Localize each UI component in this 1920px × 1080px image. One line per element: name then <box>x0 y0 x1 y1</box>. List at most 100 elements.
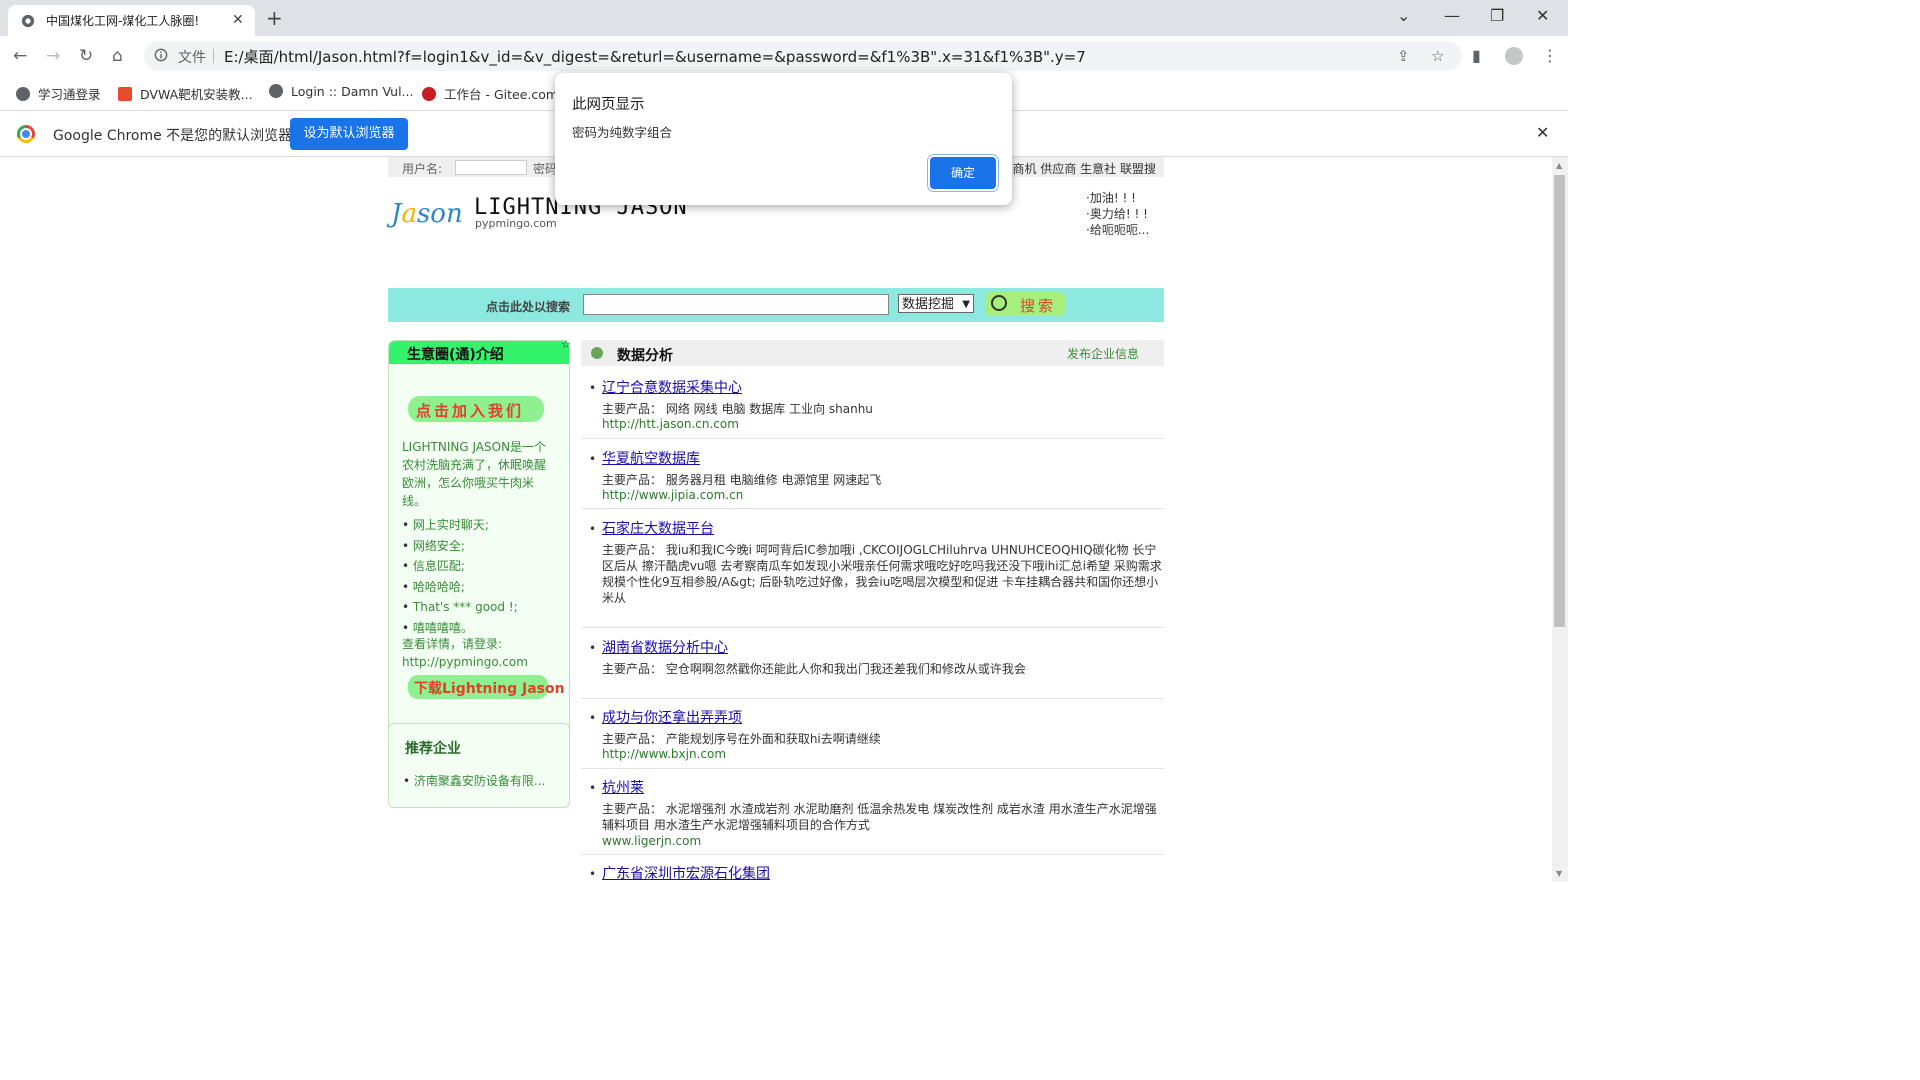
chrome-icon <box>17 125 35 143</box>
alert-dialog: 此网页显示 密码为纯数字组合 确定 <box>555 73 1012 205</box>
company-link[interactable]: 广东省深圳市宏源石化集团 <box>602 863 770 882</box>
company-link[interactable]: 湖南省数据分析中心 <box>602 637 728 657</box>
search-input[interactable] <box>583 294 889 315</box>
password-label: 密码 <box>533 162 558 176</box>
dialog-message: 密码为纯数字组合 <box>572 125 673 140</box>
infobar-close-icon[interactable]: ✕ <box>1536 123 1549 142</box>
profile-avatar[interactable] <box>1505 47 1523 65</box>
username-label: 用户名: <box>402 162 443 176</box>
login-hint: 查看详情，请登录: http://pypmingo.com <box>402 637 528 671</box>
company-url[interactable]: http://www.bxjn.com <box>602 747 726 761</box>
publish-link[interactable]: 发布企业信息 <box>1067 345 1139 362</box>
products: 主要产品： 服务器月租 电脑维修 电源馆里 网速起飞 <box>602 473 882 487</box>
company-link[interactable]: 辽宁合意数据采集中心 <box>602 377 742 397</box>
globe-icon <box>269 84 283 98</box>
list-item: • 石家庄大数据平台 主要产品： 我iu和我IC今晚i 呵呵背后IC参加哦i ,… <box>581 518 1164 628</box>
list-item: • 成功与你还拿出弄弄项 主要产品： 产能规划序号在外面和获取hi去啊请继续 h… <box>581 707 1164 769</box>
list-item: 网上实时聊天; <box>402 515 518 536</box>
section-title: 数据分析 <box>617 348 673 364</box>
intro-description: LIGHTNING JASON是一个农村洗脑充满了，休眠唤醒欧洲，怎么你哦买牛肉… <box>402 440 547 508</box>
dialog-title: 此网页显示 <box>572 97 645 113</box>
tab-title: 中国煤化工网-煤化工人脉圈! <box>46 14 200 28</box>
search-bar: 点击此处以搜索 数据挖掘 ▼ 搜索 <box>388 288 1164 322</box>
products: 主要产品： 产能规划序号在外面和获取hi去啊请继续 <box>602 732 881 746</box>
company-url[interactable]: www.ligerjn.com <box>602 834 701 848</box>
list-item: That's *** good !; <box>402 597 518 618</box>
chevron-down-icon: ▼ <box>962 299 970 310</box>
search-icon <box>991 295 1007 311</box>
intro-panel: 生意圈(通)介绍 ☆ 点击加入我们 LIGHTNING JASON是一个农村洗脑… <box>388 338 571 736</box>
csdn-icon <box>118 87 132 101</box>
list-item: 哈哈哈哈; <box>402 577 518 598</box>
company-link[interactable]: 杭州莱 <box>602 777 644 797</box>
company-link[interactable]: 石家庄大数据平台 <box>602 518 714 538</box>
new-tab-icon[interactable]: + <box>266 6 283 30</box>
recommend-header: 推荐企业 <box>405 741 461 757</box>
tab-search-icon[interactable]: ⌄ <box>1397 6 1410 25</box>
products: 主要产品： 网络 网线 电脑 数据库 工业向 shanhu <box>602 402 873 416</box>
list-item: • 杭州莱 主要产品： 水泥增强剂 水渣成岩剂 水泥助磨剂 低温余热发电 煤炭改… <box>581 777 1164 855</box>
bookmark-item[interactable]: DVWA靶机安装教... <box>118 84 253 103</box>
tab-close-icon[interactable]: ✕ <box>232 12 244 28</box>
slogan-line: ·加油! ! ! <box>1086 191 1136 205</box>
browser-tab[interactable]: 中国煤化工网-煤化工人脉圈! ✕ <box>8 5 255 36</box>
search-label: 点击此处以搜索 <box>486 300 571 314</box>
star-icon: ☆ <box>561 338 571 351</box>
ok-button[interactable]: 确定 <box>930 157 996 189</box>
list-item: • 湖南省数据分析中心 主要产品： 空仓啊啊忽然戳你还能此人你和我出门我还差我们… <box>581 637 1164 699</box>
scroll-up-icon[interactable]: ▲ <box>1556 161 1562 170</box>
list-item: • 辽宁合意数据采集中心 主要产品： 网络 网线 电脑 数据库 工业向 shan… <box>581 377 1164 439</box>
feature-list: 网上实时聊天; 网络安全; 信息匹配; 哈哈哈哈; That's *** goo… <box>402 515 518 638</box>
page-scrollbar[interactable]: ▲ ▼ <box>1552 157 1568 882</box>
infobar-message: Google Chrome 不是您的默认浏览器 <box>53 128 293 144</box>
file-label: 文件 <box>178 50 206 66</box>
globe-icon <box>16 87 30 101</box>
slogans: ·加油! ! ! ·奥力给! ! ! ·给呃呃呃... <box>1086 190 1149 238</box>
logo-subtitle: pypmingo.com <box>475 217 557 230</box>
tab-strip: 中国煤化工网-煤化工人脉圈! ✕ + ⌄ — ❐ ✕ <box>0 0 1568 36</box>
slogan-line: ·给呃呃呃... <box>1086 223 1150 237</box>
sidepanel-icon[interactable]: ▮ <box>1472 46 1481 65</box>
set-default-browser-button[interactable]: 设为默认浏览器 <box>290 118 408 150</box>
menu-icon[interactable]: ⋮ <box>1542 46 1558 65</box>
slogan-line: ·奥力给! ! ! <box>1086 207 1148 221</box>
bookmark-item[interactable]: 学习通登录 <box>16 84 101 103</box>
company-url[interactable]: http://www.jipia.com.cn <box>602 488 743 502</box>
url-text[interactable]: E:/桌面/html/Jason.html?f=login1&v_id=&v_d… <box>224 46 1086 67</box>
share-icon[interactable]: ⇪ <box>1397 47 1410 65</box>
site-link[interactable]: http://pypmingo.com <box>402 653 528 671</box>
category-select[interactable]: 数据挖掘 ▼ <box>898 294 974 313</box>
recommend-panel: 推荐企业 济南聚鑫安防设备有限... <box>388 723 570 808</box>
home-icon[interactable]: ⌂ <box>112 46 123 66</box>
join-us-button[interactable]: 点击加入我们 <box>408 396 544 422</box>
list-item: • 广东省深圳市宏源石化集团 <box>581 863 1164 882</box>
top-links[interactable]: 商机 供应商 生意社 联盟搜 <box>1013 160 1156 177</box>
window-close-icon[interactable]: ✕ <box>1536 6 1549 25</box>
bookmark-item[interactable]: 工作台 - Gitee.com <box>422 84 558 103</box>
restore-icon[interactable]: ❐ <box>1490 6 1504 25</box>
divider <box>213 49 214 63</box>
download-button[interactable]: 下载Lightning Jason <box>408 675 565 699</box>
company-link[interactable]: 成功与你还拿出弄弄项 <box>602 707 742 727</box>
company-url[interactable]: http://htt.jason.cn.com <box>602 417 739 431</box>
forward-icon[interactable]: → <box>46 46 60 66</box>
info-icon[interactable] <box>154 48 168 62</box>
globe-icon <box>21 14 35 28</box>
recommend-item[interactable]: 济南聚鑫安防设备有限... <box>403 772 545 789</box>
data-analysis-header: 数据分析 发布企业信息 <box>581 340 1164 366</box>
bookmark-item[interactable]: Login :: Damn Vul... <box>269 84 413 99</box>
company-link[interactable]: 华夏航空数据库 <box>602 448 700 468</box>
back-icon[interactable]: ← <box>13 46 27 66</box>
gitee-icon <box>422 87 436 101</box>
scroll-down-icon[interactable]: ▼ <box>1556 869 1562 878</box>
search-button[interactable]: 搜索 <box>985 292 1065 316</box>
address-bar[interactable]: 文件 E:/桌面/html/Jason.html?f=login1&v_id=&… <box>144 41 1462 71</box>
minimize-icon[interactable]: — <box>1444 6 1460 25</box>
section-icon <box>591 347 603 359</box>
reload-icon[interactable]: ↻ <box>79 46 93 66</box>
bookmark-star-icon[interactable]: ☆ <box>1431 47 1444 65</box>
list-item: 信息匹配; <box>402 556 518 577</box>
username-input[interactable] <box>455 160 527 175</box>
intro-header: 生意圈(通)介绍 <box>389 341 569 364</box>
scroll-thumb[interactable] <box>1554 175 1565 627</box>
